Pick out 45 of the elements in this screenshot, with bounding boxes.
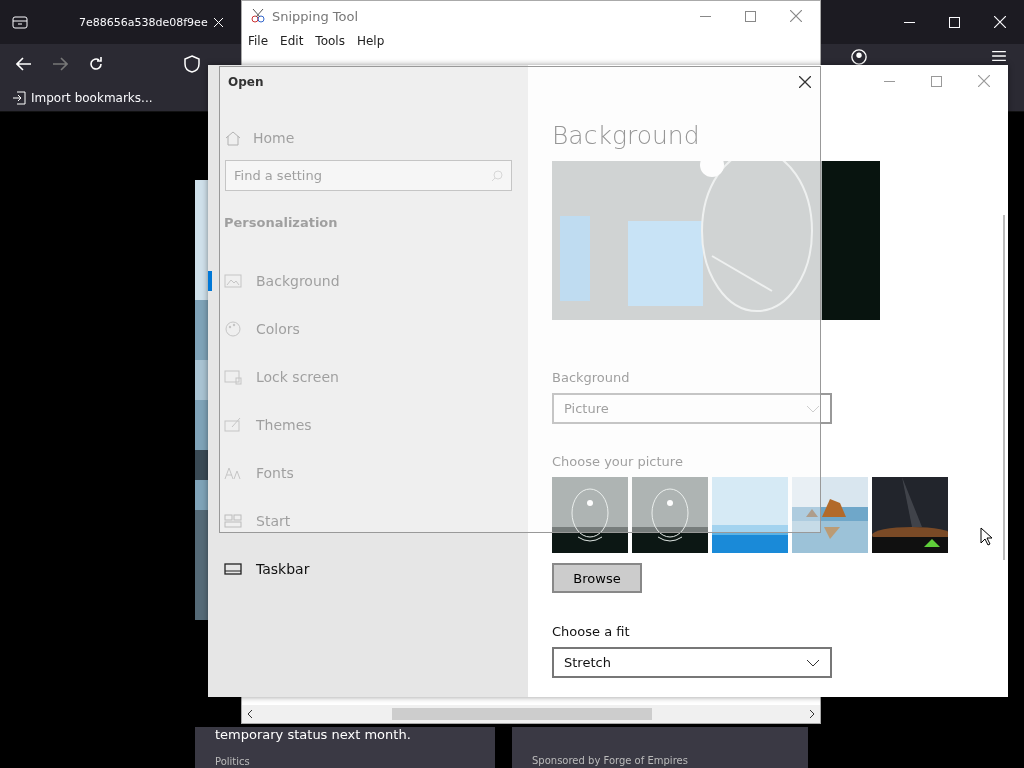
field-label: Choose a fit bbox=[552, 624, 631, 639]
browse-button[interactable]: Browse bbox=[552, 563, 642, 593]
close-icon[interactable] bbox=[799, 76, 811, 88]
menu-item[interactable]: Tools bbox=[315, 34, 345, 48]
news-headline[interactable]: temporary status next month. bbox=[215, 727, 475, 742]
nav-item[interactable]: Taskbar bbox=[208, 545, 528, 593]
scroll-left-icon[interactable] bbox=[246, 709, 254, 719]
palette-icon bbox=[224, 320, 242, 338]
scroll-right-icon[interactable] bbox=[808, 709, 816, 719]
menu-item[interactable]: Edit bbox=[280, 34, 304, 48]
bookmark-item[interactable]: Import bookmarks... bbox=[12, 90, 153, 105]
reload-icon[interactable] bbox=[88, 56, 104, 72]
forward-icon[interactable] bbox=[52, 57, 68, 71]
import-icon bbox=[12, 90, 26, 105]
back-icon[interactable] bbox=[16, 57, 32, 71]
page-title: Background bbox=[552, 121, 701, 152]
home-icon bbox=[225, 130, 241, 146]
news-card[interactable]: Sponsored by Forge of Empires bbox=[512, 727, 808, 768]
field-label: Background bbox=[552, 370, 631, 385]
profile-icon[interactable] bbox=[851, 49, 867, 65]
menu-item[interactable]: Help bbox=[356, 34, 385, 48]
menu-item[interactable]: File bbox=[248, 34, 269, 48]
chevron-down-icon bbox=[806, 658, 820, 667]
shield-icon[interactable] bbox=[184, 55, 200, 73]
section-heading: Personalization bbox=[223, 215, 339, 232]
tab-list-icon[interactable] bbox=[12, 14, 28, 30]
scissors-icon bbox=[250, 8, 266, 24]
keyboard-icon bbox=[224, 560, 242, 578]
browser-tab[interactable]: 7e88656a538de08f9ee bbox=[73, 0, 229, 44]
tiles-icon bbox=[224, 512, 242, 530]
news-card[interactable]: temporary status next month. Politics bbox=[195, 727, 495, 768]
chevron-down-icon bbox=[806, 404, 820, 413]
window-title: Snipping Tool bbox=[272, 8, 359, 24]
cursor-icon bbox=[980, 527, 992, 546]
brush-icon bbox=[224, 416, 242, 434]
dialog-title: Open bbox=[228, 75, 264, 89]
picture-icon bbox=[224, 272, 242, 290]
fit-dropdown[interactable]: Stretch bbox=[552, 647, 832, 678]
horizontal-scrollbar[interactable] bbox=[242, 705, 820, 723]
sponsor-label: Sponsored by Forge of Empires bbox=[532, 755, 689, 766]
news-category: Politics bbox=[215, 756, 251, 767]
menu-icon[interactable] bbox=[992, 50, 1006, 62]
field-label: Choose your picture bbox=[552, 454, 684, 469]
screen-icon bbox=[224, 368, 242, 386]
search-icon bbox=[491, 169, 503, 182]
